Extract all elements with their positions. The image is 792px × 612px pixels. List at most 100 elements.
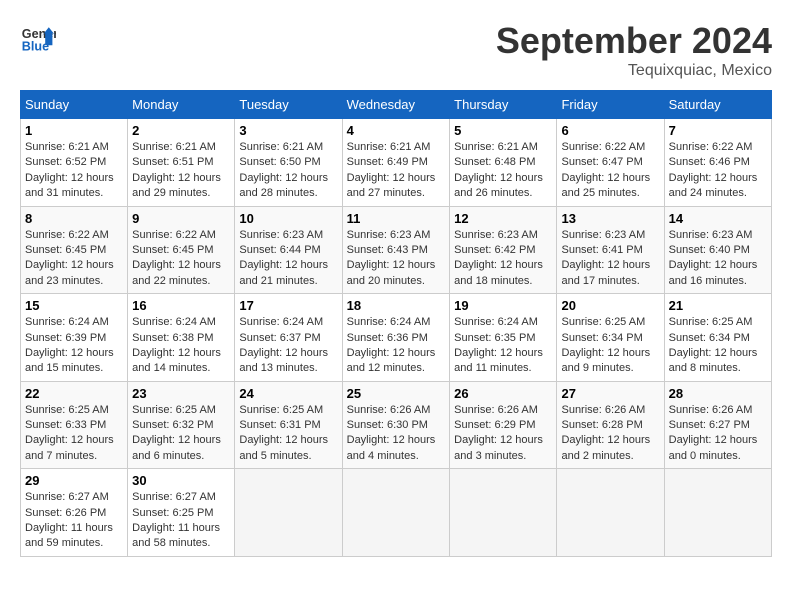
calendar-cell: 29 Sunrise: 6:27 AM Sunset: 6:26 PM Dayli… — [21, 469, 128, 557]
day-info: Sunrise: 6:27 AM Sunset: 6:25 PM Dayligh… — [132, 490, 230, 552]
day-number: 5 — [454, 123, 552, 138]
calendar-cell: 8Sunrise: 6:22 AM Sunset: 6:45 PM Daylig… — [21, 206, 128, 294]
day-info: Sunrise: 6:22 AM Sunset: 6:46 PM Dayligh… — [669, 140, 767, 202]
calendar-cell — [235, 469, 342, 557]
day-info: Sunrise: 6:27 AM Sunset: 6:26 PM Dayligh… — [25, 490, 123, 552]
weekday-header-cell: Sunday — [21, 91, 128, 119]
calendar-cell: 28 Sunrise: 6:26 AM Sunset: 6:27 PM Dayli… — [664, 381, 771, 469]
day-number: 18 — [347, 298, 446, 313]
day-info: Sunrise: 6:26 AM Sunset: 6:28 PM Dayligh… — [561, 403, 659, 465]
day-info: Sunrise: 6:23 AM Sunset: 6:40 PM Dayligh… — [669, 228, 767, 290]
day-number: 21 — [669, 298, 767, 313]
calendar-table: SundayMondayTuesdayWednesdayThursdayFrid… — [20, 90, 772, 557]
day-info: Sunrise: 6:26 AM Sunset: 6:29 PM Dayligh… — [454, 403, 552, 465]
calendar-cell: 6 Sunrise: 6:22 AM Sunset: 6:47 PM Daylig… — [557, 119, 664, 207]
day-info: Sunrise: 6:25 AM Sunset: 6:34 PM Dayligh… — [561, 315, 659, 377]
calendar-cell: 17 Sunrise: 6:24 AM Sunset: 6:37 PM Dayli… — [235, 294, 342, 382]
svg-text:Blue: Blue — [22, 40, 49, 54]
day-number: 19 — [454, 298, 552, 313]
day-number: 22 — [25, 386, 123, 401]
day-info: Sunrise: 6:26 AM Sunset: 6:30 PM Dayligh… — [347, 403, 446, 465]
week-row: 15Sunrise: 6:24 AM Sunset: 6:39 PM Dayli… — [21, 294, 772, 382]
day-info: Sunrise: 6:22 AM Sunset: 6:47 PM Dayligh… — [561, 140, 659, 202]
calendar-cell: 10 Sunrise: 6:23 AM Sunset: 6:44 PM Dayli… — [235, 206, 342, 294]
day-number: 29 — [25, 473, 123, 488]
weekday-header-cell: Friday — [557, 91, 664, 119]
day-number: 11 — [347, 211, 446, 226]
day-info: Sunrise: 6:26 AM Sunset: 6:27 PM Dayligh… — [669, 403, 767, 465]
day-info: Sunrise: 6:25 AM Sunset: 6:31 PM Dayligh… — [239, 403, 337, 465]
day-number: 23 — [132, 386, 230, 401]
day-number: 27 — [561, 386, 659, 401]
day-info: Sunrise: 6:24 AM Sunset: 6:36 PM Dayligh… — [347, 315, 446, 377]
calendar-cell: 18 Sunrise: 6:24 AM Sunset: 6:36 PM Dayli… — [342, 294, 450, 382]
calendar-cell — [557, 469, 664, 557]
calendar-cell: 9 Sunrise: 6:22 AM Sunset: 6:45 PM Daylig… — [128, 206, 235, 294]
calendar-cell: 27 Sunrise: 6:26 AM Sunset: 6:28 PM Dayli… — [557, 381, 664, 469]
day-info: Sunrise: 6:24 AM Sunset: 6:39 PM Dayligh… — [25, 315, 123, 377]
day-number: 26 — [454, 386, 552, 401]
day-info: Sunrise: 6:21 AM Sunset: 6:52 PM Dayligh… — [25, 140, 123, 202]
day-number: 10 — [239, 211, 337, 226]
day-number: 28 — [669, 386, 767, 401]
calendar-cell — [664, 469, 771, 557]
day-info: Sunrise: 6:24 AM Sunset: 6:38 PM Dayligh… — [132, 315, 230, 377]
day-info: Sunrise: 6:23 AM Sunset: 6:44 PM Dayligh… — [239, 228, 337, 290]
day-number: 12 — [454, 211, 552, 226]
calendar-cell: 24 Sunrise: 6:25 AM Sunset: 6:31 PM Dayli… — [235, 381, 342, 469]
weekday-header-cell: Tuesday — [235, 91, 342, 119]
day-info: Sunrise: 6:22 AM Sunset: 6:45 PM Dayligh… — [132, 228, 230, 290]
calendar-cell: 19 Sunrise: 6:24 AM Sunset: 6:35 PM Dayli… — [450, 294, 557, 382]
day-number: 3 — [239, 123, 337, 138]
calendar-cell: 21 Sunrise: 6:25 AM Sunset: 6:34 PM Dayli… — [664, 294, 771, 382]
calendar-cell: 16 Sunrise: 6:24 AM Sunset: 6:38 PM Dayli… — [128, 294, 235, 382]
calendar-cell: 14Sunrise: 6:23 AM Sunset: 6:40 PM Dayli… — [664, 206, 771, 294]
calendar-cell: 25 Sunrise: 6:26 AM Sunset: 6:30 PM Dayli… — [342, 381, 450, 469]
day-number: 20 — [561, 298, 659, 313]
logo: General Blue — [20, 20, 56, 56]
day-info: Sunrise: 6:24 AM Sunset: 6:35 PM Dayligh… — [454, 315, 552, 377]
calendar-cell: 1 Sunrise: 6:21 AM Sunset: 6:52 PM Daylig… — [21, 119, 128, 207]
day-number: 1 — [25, 123, 123, 138]
calendar-cell: 5 Sunrise: 6:21 AM Sunset: 6:48 PM Daylig… — [450, 119, 557, 207]
calendar-cell: 4Sunrise: 6:21 AM Sunset: 6:49 PM Daylig… — [342, 119, 450, 207]
week-row: 22Sunrise: 6:25 AM Sunset: 6:33 PM Dayli… — [21, 381, 772, 469]
week-row: 1 Sunrise: 6:21 AM Sunset: 6:52 PM Daylig… — [21, 119, 772, 207]
weekday-header-cell: Saturday — [664, 91, 771, 119]
day-number: 25 — [347, 386, 446, 401]
day-number: 9 — [132, 211, 230, 226]
day-number: 7 — [669, 123, 767, 138]
calendar-cell: 3Sunrise: 6:21 AM Sunset: 6:50 PM Daylig… — [235, 119, 342, 207]
calendar-cell: 2Sunrise: 6:21 AM Sunset: 6:51 PM Daylig… — [128, 119, 235, 207]
month-title: September 2024 — [496, 20, 772, 62]
day-info: Sunrise: 6:22 AM Sunset: 6:45 PM Dayligh… — [25, 228, 123, 290]
weekday-header-cell: Thursday — [450, 91, 557, 119]
day-number: 17 — [239, 298, 337, 313]
day-number: 6 — [561, 123, 659, 138]
day-number: 13 — [561, 211, 659, 226]
weekday-header-cell: Wednesday — [342, 91, 450, 119]
day-info: Sunrise: 6:23 AM Sunset: 6:41 PM Dayligh… — [561, 228, 659, 290]
day-info: Sunrise: 6:21 AM Sunset: 6:51 PM Dayligh… — [132, 140, 230, 202]
calendar-cell: 11 Sunrise: 6:23 AM Sunset: 6:43 PM Dayli… — [342, 206, 450, 294]
day-info: Sunrise: 6:25 AM Sunset: 6:34 PM Dayligh… — [669, 315, 767, 377]
calendar-cell: 15Sunrise: 6:24 AM Sunset: 6:39 PM Dayli… — [21, 294, 128, 382]
day-info: Sunrise: 6:23 AM Sunset: 6:43 PM Dayligh… — [347, 228, 446, 290]
day-number: 16 — [132, 298, 230, 313]
day-number: 30 — [132, 473, 230, 488]
day-info: Sunrise: 6:25 AM Sunset: 6:32 PM Dayligh… — [132, 403, 230, 465]
calendar-cell — [450, 469, 557, 557]
day-info: Sunrise: 6:24 AM Sunset: 6:37 PM Dayligh… — [239, 315, 337, 377]
calendar-cell: 30 Sunrise: 6:27 AM Sunset: 6:25 PM Dayli… — [128, 469, 235, 557]
week-row: 29 Sunrise: 6:27 AM Sunset: 6:26 PM Dayli… — [21, 469, 772, 557]
location-title: Tequixquiac, Mexico — [496, 62, 772, 80]
weekday-header-cell: Monday — [128, 91, 235, 119]
day-number: 24 — [239, 386, 337, 401]
calendar-cell: 26 Sunrise: 6:26 AM Sunset: 6:29 PM Dayli… — [450, 381, 557, 469]
week-row: 8Sunrise: 6:22 AM Sunset: 6:45 PM Daylig… — [21, 206, 772, 294]
day-info: Sunrise: 6:21 AM Sunset: 6:48 PM Dayligh… — [454, 140, 552, 202]
title-area: September 2024 Tequixquiac, Mexico — [496, 20, 772, 80]
calendar-body: 1 Sunrise: 6:21 AM Sunset: 6:52 PM Daylig… — [21, 119, 772, 557]
header: General Blue September 2024 Tequixquiac,… — [20, 20, 772, 80]
calendar-cell — [342, 469, 450, 557]
